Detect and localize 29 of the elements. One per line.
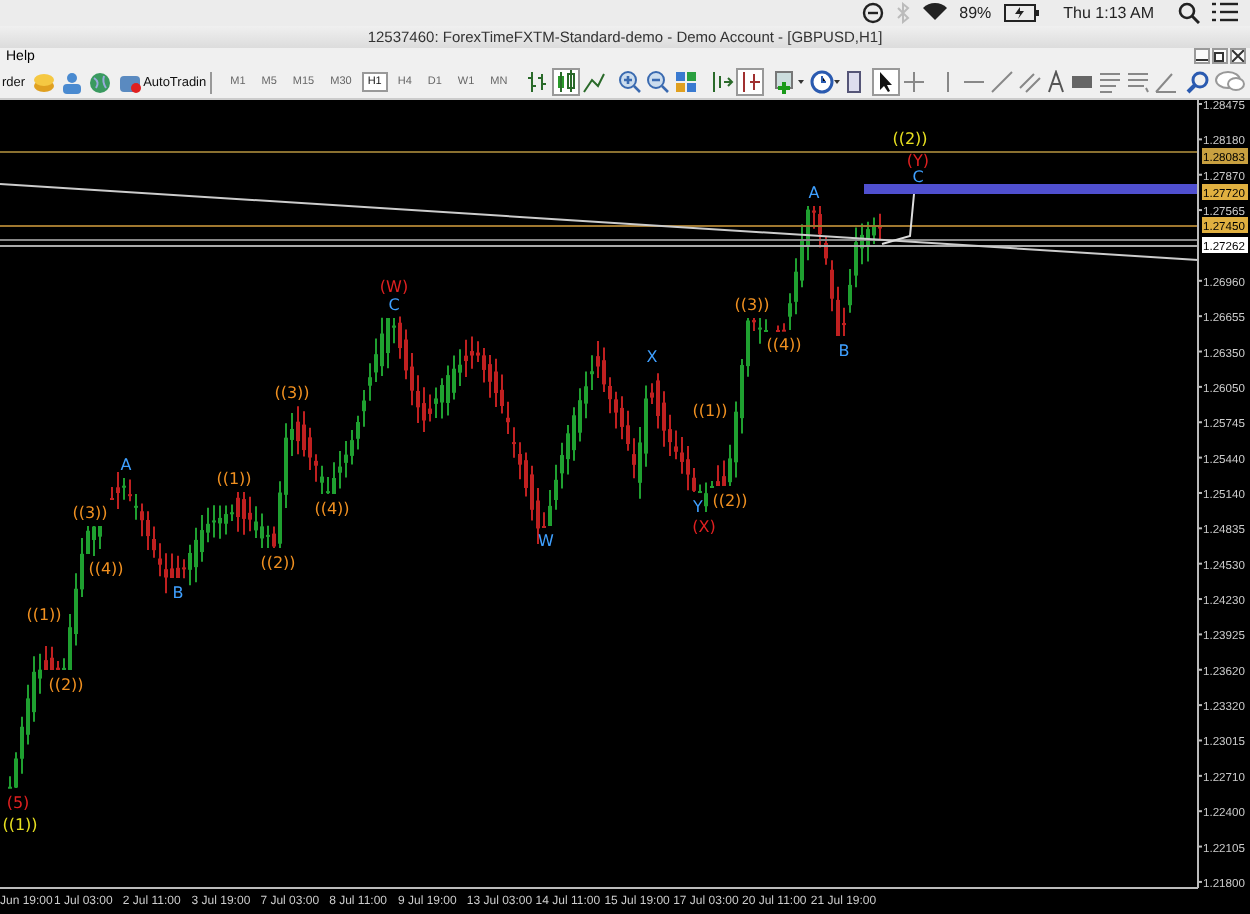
wave-label: (W) bbox=[379, 278, 409, 296]
wave-label: C bbox=[912, 168, 924, 186]
wave-label: (Y) bbox=[906, 152, 930, 170]
wave-label: B bbox=[838, 342, 850, 360]
wave-label: X bbox=[646, 348, 658, 366]
wave-label: ((1)) bbox=[2, 816, 38, 834]
wave-label: ((1)) bbox=[216, 470, 252, 488]
wave-label: ((4)) bbox=[766, 336, 802, 354]
battery-percentage: 89% bbox=[959, 3, 992, 22]
wave-label: A bbox=[808, 184, 820, 202]
wave-label: (5) bbox=[6, 794, 30, 812]
wave-label: ((2)) bbox=[892, 130, 928, 148]
wave-label: ((2)) bbox=[48, 676, 84, 694]
wave-label: A bbox=[120, 456, 132, 474]
wave-label: B bbox=[172, 584, 184, 602]
wave-label: ((1)) bbox=[26, 606, 62, 624]
wave-label: C bbox=[388, 296, 400, 314]
wave-label: ((4)) bbox=[88, 560, 124, 578]
wave-label: (X) bbox=[692, 518, 716, 536]
wave-label: ((2)) bbox=[260, 554, 296, 572]
wave-label: ((4)) bbox=[314, 500, 350, 518]
wave-label: ((1)) bbox=[692, 402, 728, 420]
clock[interactable]: Thu 1:13 AM bbox=[1063, 3, 1154, 22]
wave-label: ((2)) bbox=[712, 492, 748, 510]
wave-label: ((3)) bbox=[72, 504, 108, 522]
wave-label: Y bbox=[693, 498, 703, 516]
wave-label: ((3)) bbox=[274, 384, 310, 402]
wave-label: ((3)) bbox=[734, 296, 770, 314]
wave-label: W bbox=[538, 532, 554, 550]
